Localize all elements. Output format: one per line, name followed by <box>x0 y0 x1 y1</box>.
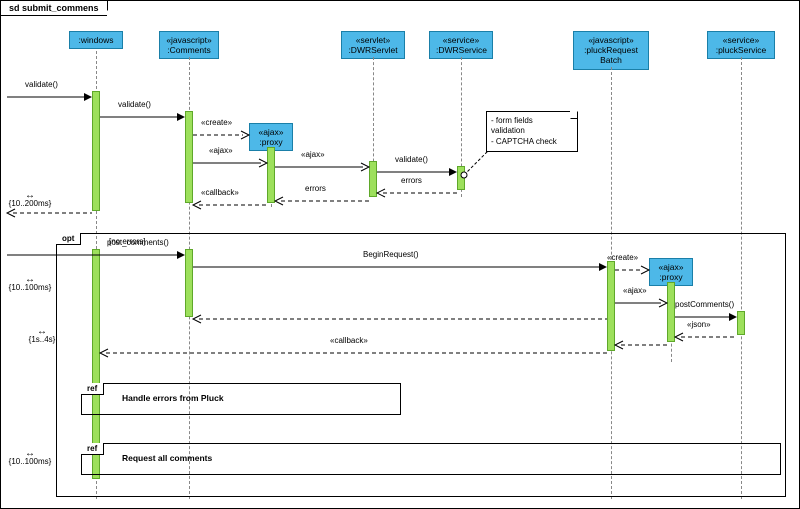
lifeline-windows: :windows <box>69 31 123 49</box>
lifeline-comments: «javascript»:Comments <box>159 31 219 59</box>
activation <box>267 147 275 203</box>
msg-errors-2: errors <box>275 195 369 207</box>
msg-validate-2: validate() <box>100 111 185 123</box>
duration-2: ↔{10..100ms} <box>7 277 53 292</box>
msg-return-2 <box>615 339 667 351</box>
note-anchor-line <box>464 151 492 179</box>
msg-create-proxy1: «create» <box>193 129 249 141</box>
ref-request-comments: ref Request all comments <box>81 443 781 475</box>
duration-3: ↔{1s..4s} <box>19 329 65 344</box>
ref-text: Handle errors from Pluck <box>122 393 224 403</box>
activation <box>369 161 377 197</box>
msg-begin-request: BeginRequest() <box>193 261 607 273</box>
msg-validate-1: validate() <box>7 91 92 103</box>
msg-post-comments: post_comments() <box>7 249 185 261</box>
ref-label: ref <box>81 443 104 455</box>
msg-callback-2: «callback» <box>100 347 607 359</box>
activation <box>92 91 100 211</box>
msg-return-1 <box>7 207 92 219</box>
lifeline-pluck: «service»:pluckService <box>707 31 775 59</box>
msg-return-3 <box>193 313 607 325</box>
lifeline-batch: «javascript»:pluckRequest Batch <box>573 31 649 70</box>
duration-4: ↔{10..100ms} <box>7 451 53 466</box>
msg-callback-1: «callback» <box>193 199 267 211</box>
msg-ajax-1: «ajax» <box>193 157 267 169</box>
msg-ajax-2: «ajax» <box>275 161 369 173</box>
duration-1: ↔{10..200ms} <box>7 193 53 208</box>
activation <box>185 111 193 203</box>
lifeline-servlet: «servlet»:DWRServlet <box>341 31 405 59</box>
ref-label: ref <box>81 383 104 395</box>
msg-json: «json» <box>675 331 737 343</box>
note-validation: - form fields validation - CAPTCHA check <box>486 111 578 152</box>
msg-ajax-3: «ajax» <box>615 297 667 309</box>
opt-label: opt <box>56 233 81 245</box>
msg-errors-1: errors <box>377 187 457 199</box>
sequence-diagram: sd submit_commens :windows «javascript»:… <box>0 0 800 509</box>
lifeline-service: «service»:DWRService <box>429 31 493 59</box>
frame-title: sd submit_commens <box>1 1 108 16</box>
ref-handle-errors: ref Handle errors from Pluck <box>81 383 401 415</box>
msg-create-proxy2: «create» <box>615 264 649 276</box>
ref-text: Request all comments <box>122 453 212 463</box>
